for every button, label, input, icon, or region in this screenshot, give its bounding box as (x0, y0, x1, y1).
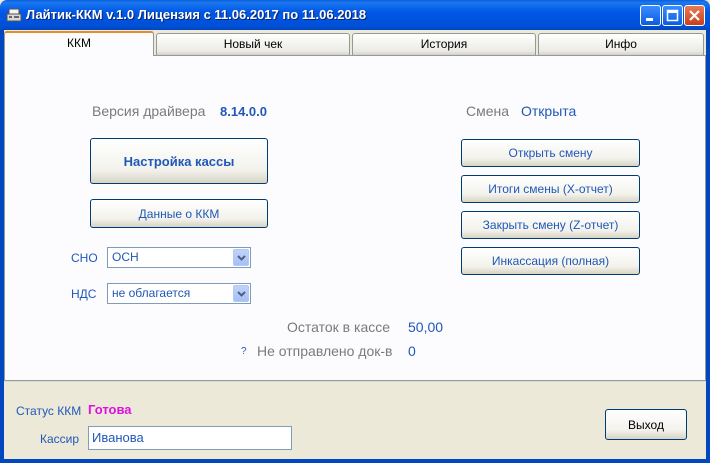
tab-kkm[interactable]: ККМ (4, 31, 154, 56)
nds-select[interactable]: не облагается (107, 283, 251, 304)
cash-register-icon (6, 8, 22, 22)
z-report-button[interactable]: Закрыть смену (Z-отчет) (461, 211, 640, 239)
chevron-down-icon (237, 291, 246, 297)
tab-new-receipt[interactable]: Новый чек (156, 33, 350, 55)
open-shift-button[interactable]: Открыть смену (461, 139, 640, 167)
status-area: Статус ККМ Готова Кассир Иванова Выход (4, 381, 706, 459)
maximize-button[interactable] (662, 5, 683, 26)
shift-label: Смена (466, 103, 510, 119)
close-icon (689, 10, 700, 21)
exit-button[interactable]: Выход (605, 409, 687, 440)
setup-kassa-button[interactable]: Настройка кассы (90, 138, 268, 184)
minimize-button[interactable] (640, 5, 661, 26)
dropdown-arrow-button[interactable] (233, 249, 249, 266)
nds-label: НДС (71, 287, 97, 301)
unsent-docs-label: Не отправлено док-в (257, 343, 393, 359)
sno-select[interactable]: ОСН (107, 247, 251, 268)
cash-balance-label: Остаток в кассе (287, 319, 391, 335)
window-title: Лайтик-ККМ v.1.0 Лицензия с 11.06.2017 п… (26, 7, 367, 22)
x-report-button[interactable]: Итоги смены (X-отчет) (461, 175, 640, 203)
chevron-down-icon (237, 255, 246, 261)
driver-version-value: 8.14.0.0 (220, 104, 267, 119)
cashier-label: Кассир (40, 432, 80, 446)
unsent-docs-value: 0 (408, 343, 416, 359)
tab-history[interactable]: История (352, 33, 536, 55)
kkm-tab-panel: Версия драйвера 8.14.0.0 Смена Открыта Н… (4, 55, 706, 381)
cashier-input[interactable]: Иванова (88, 426, 292, 450)
cash-balance-value: 50,00 (408, 319, 444, 335)
driver-version-label: Версия драйвера (92, 103, 206, 119)
sno-selected-value: ОСН (112, 250, 139, 264)
minimize-icon (646, 18, 653, 21)
kkm-status-label: Статус ККМ (16, 404, 82, 418)
dropdown-arrow-button[interactable] (233, 285, 249, 302)
title-bar[interactable]: Лайтик-ККМ v.1.0 Лицензия с 11.06.2017 п… (0, 0, 710, 30)
sno-label: СНО (71, 251, 98, 265)
encashment-button[interactable]: Инкассация (полная) (461, 247, 640, 275)
close-button[interactable] (684, 5, 705, 26)
shift-status-value: Открыта (521, 103, 577, 119)
maximize-icon (666, 9, 679, 22)
help-marker[interactable]: ? (241, 346, 247, 357)
kkm-status-value: Готова (88, 402, 132, 417)
tab-info[interactable]: Инфо (538, 33, 704, 55)
kkm-data-button[interactable]: Данные о ККМ (90, 199, 268, 228)
window-frame: ККМ Новый чек История Инфо Версия драйве… (0, 30, 710, 463)
nds-selected-value: не облагается (112, 286, 191, 300)
